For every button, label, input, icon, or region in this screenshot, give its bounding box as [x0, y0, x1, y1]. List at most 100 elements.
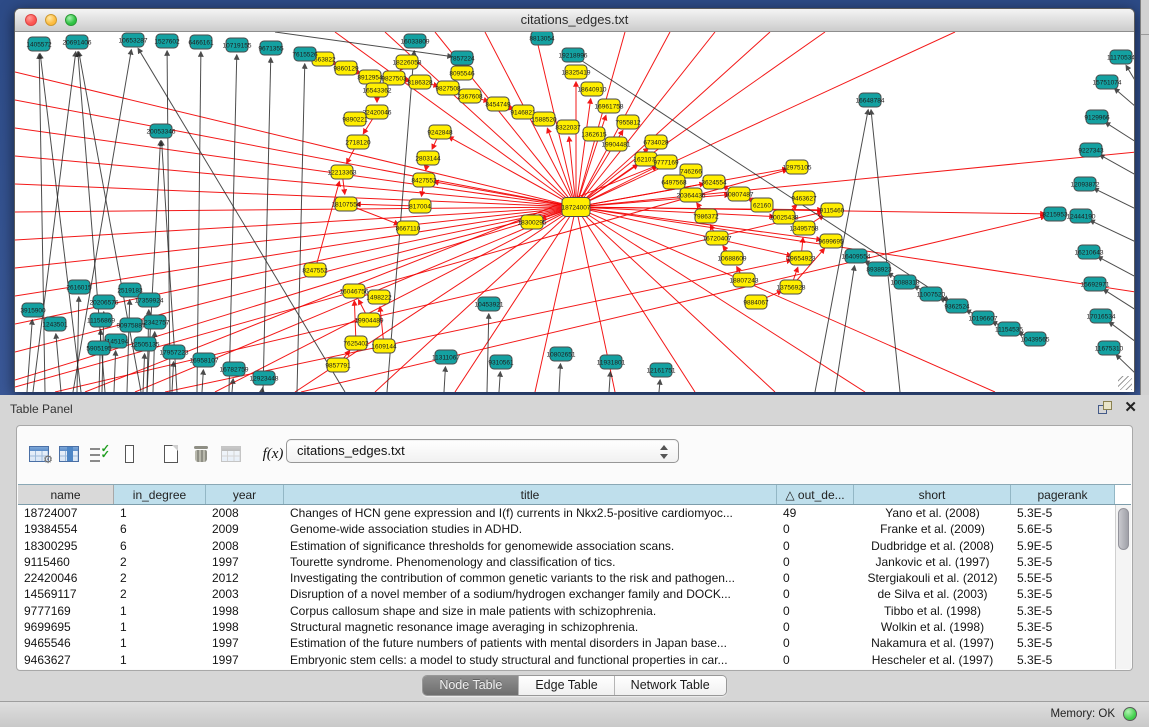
graph-node[interactable]: 12505135 — [131, 337, 160, 351]
vertical-scrollbar[interactable] — [1115, 505, 1131, 669]
cell-name[interactable]: 19384554 — [18, 521, 114, 537]
cell-year[interactable]: 1998 — [206, 619, 284, 635]
cell-outde[interactable]: 0 — [777, 635, 854, 651]
cell-year[interactable]: 2008 — [206, 538, 284, 554]
cell-title[interactable]: Structural magnetic resonance image aver… — [284, 619, 777, 635]
cell-outde[interactable]: 0 — [777, 521, 854, 537]
cell-pagerank[interactable]: 5.3E-5 — [1011, 619, 1115, 635]
graph-node[interactable]: 2803144 — [415, 151, 441, 165]
graph-node[interactable]: 16720407 — [703, 231, 732, 245]
graph-node[interactable]: 20691406 — [63, 35, 92, 49]
cell-pagerank[interactable]: 5.3E-5 — [1011, 635, 1115, 651]
graph-node[interactable]: 9115460 — [820, 203, 845, 217]
graph-node[interactable]: 10439565 — [1021, 332, 1050, 346]
graph-node[interactable]: 8454749 — [485, 97, 511, 111]
graph-node[interactable]: 9463627 — [791, 191, 817, 205]
graph-node[interactable]: 62160 — [751, 198, 773, 212]
graph-node[interactable]: 7955812 — [615, 115, 641, 129]
graph-node[interactable]: 15692971 — [1081, 277, 1110, 291]
graph-node[interactable]: 11675310 — [1095, 341, 1124, 355]
table-row[interactable]: 946362711997Embryonic stem cells: a mode… — [18, 652, 1115, 668]
cell-pagerank[interactable]: 5.3E-5 — [1011, 652, 1115, 668]
cell-year[interactable]: 1998 — [206, 603, 284, 619]
cell-pagerank[interactable]: 5.3E-5 — [1011, 505, 1115, 521]
graph-node[interactable]: 1527602 — [154, 34, 180, 48]
graph-node[interactable]: 9857791 — [325, 358, 351, 372]
graph-node[interactable]: 10653287 — [119, 33, 148, 47]
cell-outde[interactable]: 0 — [777, 570, 854, 586]
graph-node[interactable]: 10088318 — [891, 275, 920, 289]
column-header-pagerank[interactable]: pagerank — [1011, 485, 1115, 504]
graph-node[interactable]: 7986372 — [693, 209, 719, 223]
cell-year[interactable]: 1997 — [206, 652, 284, 668]
graph-node[interactable]: 9362524 — [944, 299, 970, 313]
graph-node[interactable]: 10719155 — [223, 38, 252, 52]
graph-node[interactable]: 10453921 — [475, 297, 504, 311]
graph-node[interactable]: 13756928 — [777, 280, 806, 294]
tab-edge-table[interactable]: Edge Table — [518, 676, 613, 695]
cell-indegree[interactable]: 1 — [114, 635, 206, 651]
cell-indegree[interactable]: 6 — [114, 521, 206, 537]
cell-short[interactable]: Jankovic et al. (1997) — [854, 554, 1011, 570]
window-titlebar[interactable]: citations_edges.txt — [15, 9, 1134, 32]
graph-node[interactable]: 8322037 — [555, 120, 581, 134]
graph-node[interactable]: 19904481 — [602, 137, 631, 151]
cell-title[interactable]: Embryonic stem cells: a model to study s… — [284, 652, 777, 668]
graph-node[interactable]: 12923448 — [250, 371, 279, 385]
modify-table-icon[interactable]: ⚙ — [27, 441, 51, 467]
cell-indegree[interactable]: 2 — [114, 586, 206, 602]
cell-short[interactable]: Wolkin et al. (1998) — [854, 619, 1011, 635]
cell-name[interactable]: 22420046 — [18, 570, 114, 586]
cell-title[interactable]: Tourette syndrome. Phenomenology and cla… — [284, 554, 777, 570]
cell-outde[interactable]: 0 — [777, 603, 854, 619]
cell-pagerank[interactable]: 5.9E-5 — [1011, 538, 1115, 554]
cell-pagerank[interactable]: 5.6E-5 — [1011, 521, 1115, 537]
graph-node[interactable]: 11156869 — [87, 313, 115, 327]
cell-year[interactable]: 1997 — [206, 635, 284, 651]
cell-indegree[interactable]: 1 — [114, 603, 206, 619]
graph-node[interactable]: 20364436 — [677, 188, 706, 202]
table-row[interactable]: 1830029562008Estimation of significance … — [18, 538, 1115, 554]
graph-node[interactable]: 3624554 — [701, 175, 727, 189]
cell-short[interactable]: Hescheler et al. (1997) — [854, 652, 1011, 668]
graph-node[interactable]: 16046756 — [340, 284, 369, 298]
cell-name[interactable]: 9699695 — [18, 619, 114, 635]
window-resize-grip[interactable] — [1118, 376, 1132, 390]
graph-node[interactable]: 1609144 — [371, 339, 397, 353]
cell-name[interactable]: 9465546 — [18, 635, 114, 651]
cell-indegree[interactable]: 2 — [114, 570, 206, 586]
graph-node[interactable]: 12444190 — [1067, 209, 1096, 223]
cell-pagerank[interactable]: 5.5E-5 — [1011, 570, 1115, 586]
column-header-short[interactable]: short — [854, 485, 1011, 504]
table-row[interactable]: 969969511998Structural magnetic resonanc… — [18, 619, 1115, 635]
table-row[interactable]: 1938455462009Genome-wide association stu… — [18, 521, 1115, 537]
cell-indegree[interactable]: 1 — [114, 652, 206, 668]
graph-node[interactable]: 1243501 — [42, 317, 68, 331]
column-header-year[interactable]: year — [206, 485, 284, 504]
cell-indegree[interactable]: 2 — [114, 554, 206, 570]
cell-short[interactable]: Nakamura et al. (1997) — [854, 635, 1011, 651]
unassign-column-icon[interactable] — [117, 441, 141, 467]
graph-node[interactable]: 11311067 — [432, 350, 460, 364]
graph-node[interactable]: 18300295 — [518, 215, 547, 229]
graph-node[interactable]: 11170534 — [1107, 50, 1134, 64]
network-canvas[interactable]: 7663822986012989129541822605898275031654… — [15, 32, 1134, 392]
graph-node[interactable]: 2367608 — [457, 89, 483, 103]
graph-node[interactable]: 19218996 — [559, 48, 588, 62]
cell-year[interactable]: 2012 — [206, 570, 284, 586]
cell-title[interactable]: Disruption of a novel member of a sodium… — [284, 586, 777, 602]
graph-node[interactable]: 13495758 — [790, 221, 819, 235]
graph-node[interactable]: 8186328 — [407, 75, 433, 89]
table-row[interactable]: 911546021997Tourette syndrome. Phenomeno… — [18, 554, 1115, 570]
cell-pagerank[interactable]: 5.3E-5 — [1011, 586, 1115, 602]
new-file-icon[interactable] — [159, 441, 183, 467]
graph-node[interactable]: 6734028 — [643, 135, 669, 149]
cell-outde[interactable]: 49 — [777, 505, 854, 521]
cell-year[interactable]: 1997 — [206, 554, 284, 570]
graph-node[interactable]: 16210643 — [1075, 245, 1104, 259]
graph-node[interactable]: 20053346 — [147, 124, 176, 138]
graph-node[interactable]: 18325419 — [562, 65, 591, 79]
table-row[interactable]: 977716911998Corpus callosum shape and si… — [18, 603, 1115, 619]
graph-node[interactable]: 18226058 — [393, 55, 422, 69]
graph-node[interactable]: 8938923 — [866, 262, 892, 276]
